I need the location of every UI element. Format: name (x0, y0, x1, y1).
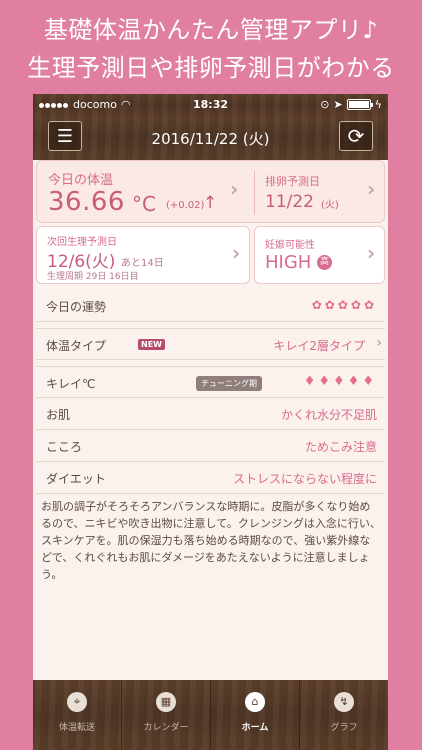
tuning-badge: チューニング期 (196, 376, 262, 391)
temp-type-value: キレイ2層タイプ (273, 339, 365, 353)
next-period-card[interactable]: 次回生理予測日 12/6(火) あと14日 生理周期 29日 16日目 › (36, 226, 250, 284)
today-summary-card: 今日の体温 36.66 °C (+0.02) ↑ › 排卵予測日 11/22 (… (36, 160, 385, 223)
fortune-label: 今日の運勢 (46, 300, 107, 314)
skin-value: かくれ水分不足肌 (280, 408, 377, 422)
ovulation-dow: (火) (321, 200, 339, 211)
trend-up-icon: ↑ (203, 193, 218, 213)
refresh-icon: ⟳ (347, 124, 365, 148)
mind-label: こころ (46, 440, 83, 454)
chevron-right-icon: › (232, 241, 241, 265)
headline-line2: 生理予測日や排卵予測日がわかる (27, 54, 395, 82)
nav-bar: ☰ 2016/11/22 (火) ⟳ (33, 116, 388, 160)
chevron-right-icon: › (376, 335, 382, 351)
home-icon: ⌂ (245, 692, 265, 712)
tab-home[interactable]: ⌂ ホーム (210, 680, 299, 750)
graph-icon: ↯ (334, 692, 354, 712)
refresh-button[interactable]: ⟳ (339, 121, 373, 151)
tab-calendar[interactable]: ▦ カレンダー (121, 680, 210, 750)
diet-label: ダイエット (46, 472, 106, 486)
tab-label: 体温転送 (58, 723, 95, 733)
tab-label: カレンダー (143, 723, 189, 733)
new-badge: NEW (138, 339, 165, 350)
fortune-row: 今日の運勢 ✿✿✿✿✿ (36, 290, 385, 322)
temp-type-row[interactable]: 体温タイプ NEW キレイ2層タイプ › (36, 328, 385, 360)
temp-type-label: 体温タイプ (46, 339, 107, 353)
page-title: 2016/11/22 (火) (151, 130, 270, 148)
next-period-remaining: あと14日 (121, 258, 164, 269)
status-bar: docomo ◠ 18:32 ⊙ ➤ ϟ (33, 94, 388, 116)
period-cycle-info: 生理周期 29日 16日目 (47, 272, 139, 282)
phone-screen: docomo ◠ 18:32 ⊙ ➤ ϟ ☰ 2016/11/22 (火) ⟳ … (33, 94, 388, 750)
info-list: 今日の運勢 ✿✿✿✿✿ 体温タイプ NEW キレイ2層タイプ › キレイ℃ チュ… (36, 290, 385, 494)
diet-value: ストレスにならない程度に (232, 472, 377, 486)
advice-text: お肌の調子がそろそろアンバランスな時期に。皮脂が多くなり始めるので、ニキビや吹き… (41, 500, 381, 581)
ovulation-title: 排卵予測日 (265, 175, 320, 188)
divider (254, 171, 255, 215)
fertility-value: HIGH (265, 252, 312, 273)
diamond-rating-icon: ♦♦♦♦♦ (303, 374, 377, 389)
today-temp-value: 36.66 (48, 187, 125, 217)
tab-bar: ⌖ 体温転送 ▦ カレンダー ⌂ ホーム ↯ グラフ (33, 680, 388, 750)
chevron-right-icon: › (367, 241, 376, 265)
rotation-lock-icon: ⊙ (320, 98, 330, 111)
mind-value: ためこみ注意 (304, 440, 377, 454)
kirei-row: キレイ℃ チューニング期 ♦♦♦♦♦ (36, 366, 385, 398)
next-period-title: 次回生理予測日 (47, 237, 117, 248)
chevron-right-icon: › (367, 177, 376, 201)
location-icon: ➤ (333, 98, 343, 111)
headline-line1: 基礎体温かんたん管理アプリ♪ (43, 16, 379, 44)
kirei-label: キレイ℃ (46, 377, 96, 391)
diet-row: ダイエット ストレスにならない程度に (36, 462, 385, 494)
skin-label: お肌 (46, 408, 71, 422)
pin-icon: ⌖ (67, 692, 87, 712)
fertility-badge: 高 (317, 255, 332, 270)
fertility-title: 妊娠可能性 (265, 240, 315, 251)
flower-rating-icon: ✿✿✿✿✿ (311, 298, 377, 312)
chevron-right-icon: › (230, 177, 239, 201)
skin-row: お肌 かくれ水分不足肌 (36, 398, 385, 430)
tab-label: ホーム (241, 723, 269, 733)
battery-icon (346, 99, 373, 110)
today-temp-title: 今日の体温 (48, 173, 114, 188)
tab-label: グラフ (330, 723, 358, 733)
today-temp-diff: (+0.02) (166, 200, 205, 211)
mind-row: こころ ためこみ注意 (36, 430, 385, 462)
ovulation-date: 11/22 (265, 192, 314, 212)
charging-icon: ϟ (374, 98, 382, 111)
tab-graph[interactable]: ↯ グラフ (299, 680, 388, 750)
tab-transfer[interactable]: ⌖ 体温転送 (33, 680, 121, 750)
fertility-card[interactable]: 妊娠可能性 HIGH 高 › (254, 226, 385, 284)
today-temp-unit: °C (132, 192, 156, 216)
calendar-icon: ▦ (156, 692, 176, 712)
